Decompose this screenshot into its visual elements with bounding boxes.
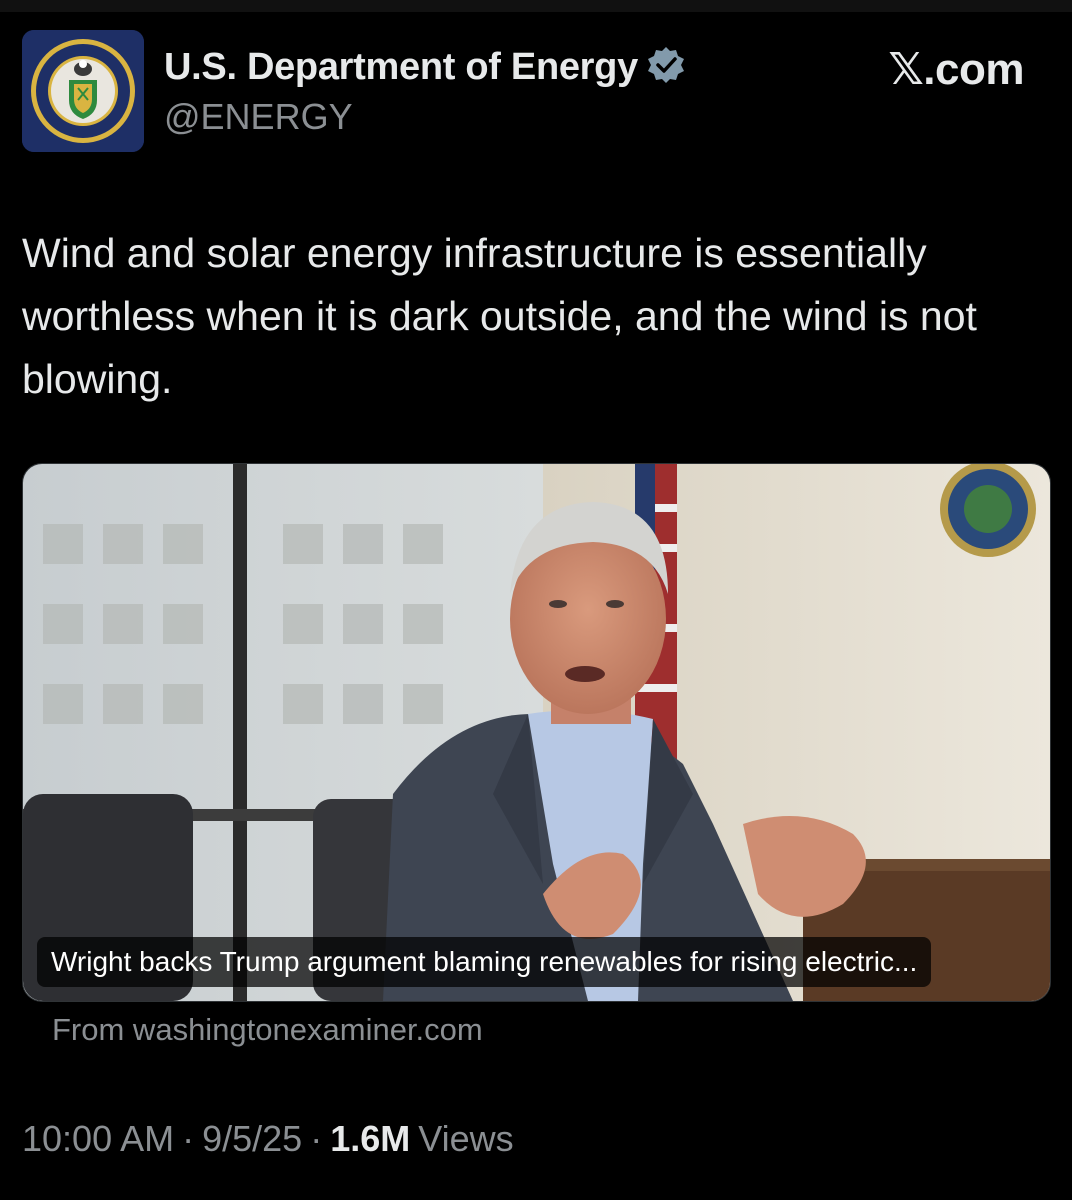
tweet-time[interactable]: 10:00 AM [22,1118,174,1160]
link-card-headline[interactable]: Wright backs Trump argument blaming rene… [37,937,932,987]
x-brand-label: 𝕏.com [888,45,1024,94]
views-label: Views [418,1118,514,1159]
top-bar [0,0,1072,12]
avatar[interactable] [22,30,144,152]
views-count[interactable]: 1.6M [330,1118,410,1160]
article-photo [23,464,1050,1001]
link-card[interactable]: Wright backs Trump argument blaming rene… [22,463,1051,1002]
author-name-row[interactable]: U.S. Department of Energy [164,42,686,92]
tweet-meta: 10:00 AM · 9/5/25 · 1.6M Views [22,1118,514,1160]
verified-badge-icon [646,45,686,90]
meta-separator: · [182,1118,195,1159]
doe-seal-icon [22,30,144,152]
tweet-date[interactable]: 9/5/25 [202,1118,302,1160]
author-display-name[interactable]: U.S. Department of Energy [164,46,638,89]
link-card-source[interactable]: From washingtonexaminer.com [52,1012,483,1048]
meta-separator: · [310,1118,323,1159]
author-handle[interactable]: @ENERGY [164,96,353,138]
tweet-text: Wind and solar energy infrastructure is … [22,230,977,402]
